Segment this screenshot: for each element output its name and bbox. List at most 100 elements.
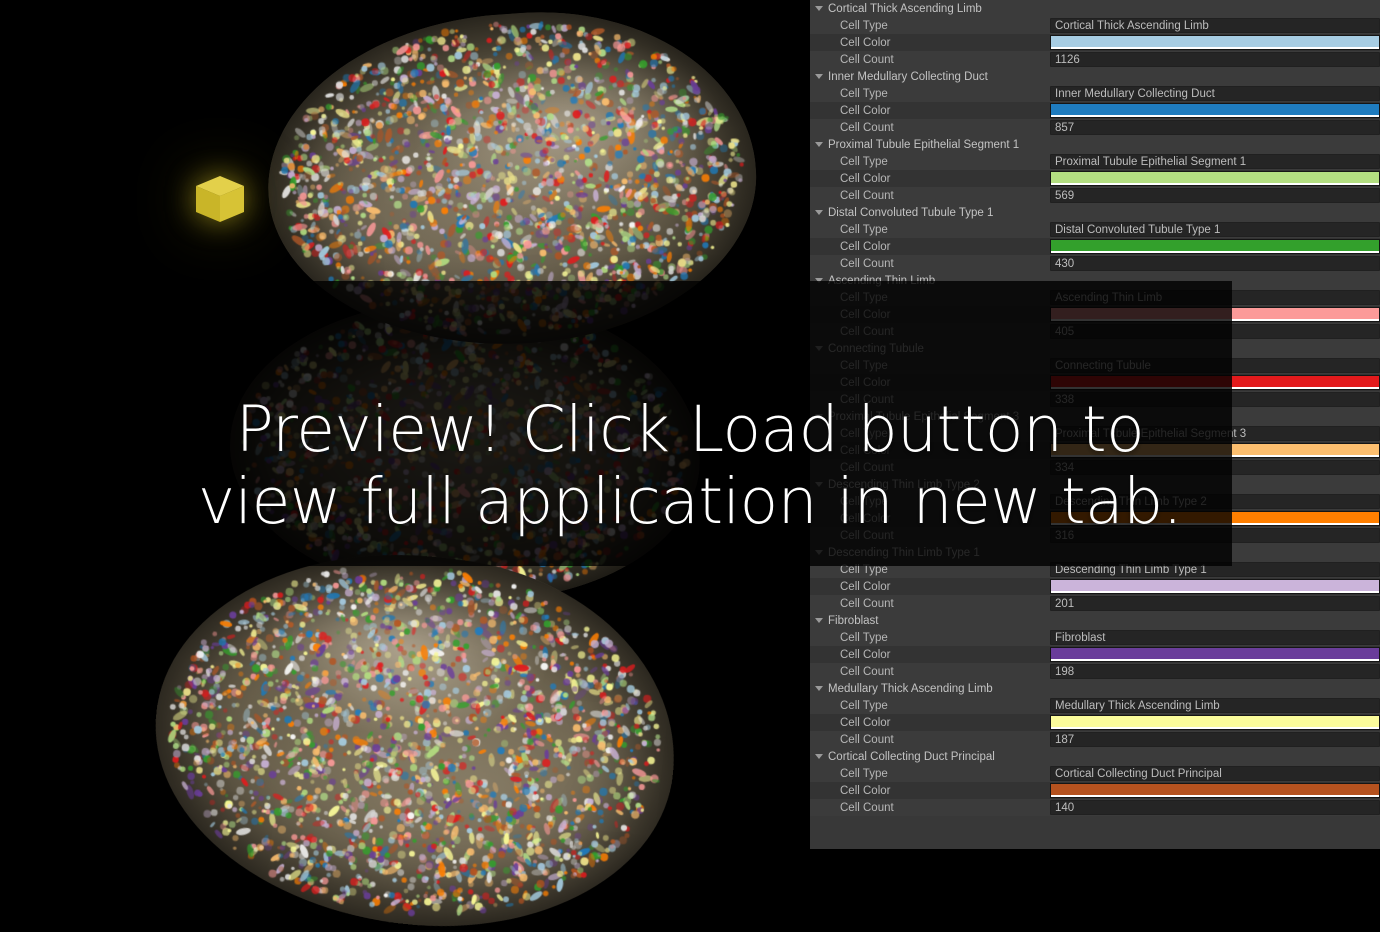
cell-color-swatch[interactable] xyxy=(1050,443,1380,458)
cell-type-value[interactable]: Proximal Tubule Epithelial Segment 1 xyxy=(1050,154,1380,169)
cell-count-value[interactable]: 316 xyxy=(1050,528,1380,543)
cell-type-row[interactable]: Cell Type Inner Medullary Collecting Duct xyxy=(810,85,1380,102)
cell-color-row[interactable]: Cell Color xyxy=(810,578,1380,595)
chevron-down-icon[interactable] xyxy=(815,142,823,147)
cell-type-value[interactable]: Descending Thin Limb Type 2 xyxy=(1050,494,1380,509)
cell-color-swatch[interactable] xyxy=(1050,715,1380,730)
cell-color-swatch[interactable] xyxy=(1050,239,1380,254)
cell-type-group-header[interactable]: Fibroblast xyxy=(810,612,1380,629)
cell-color-fill xyxy=(1051,172,1379,183)
cell-type-row[interactable]: Cell Type Descending Thin Limb Type 2 xyxy=(810,493,1380,510)
cell-count-value[interactable]: 334 xyxy=(1050,460,1380,475)
cell-count-row[interactable]: Cell Count 405 xyxy=(810,323,1380,340)
chevron-down-icon[interactable] xyxy=(815,618,823,623)
cell-type-group-header[interactable]: Medullary Thick Ascending Limb xyxy=(810,680,1380,697)
cell-type-group-header[interactable]: Descending Thin Limb Type 1 xyxy=(810,544,1380,561)
cell-type-row[interactable]: Cell Type Cortical Collecting Duct Princi… xyxy=(810,765,1380,782)
chevron-down-icon[interactable] xyxy=(815,414,823,419)
cell-type-row[interactable]: Cell Type Proximal Tubule Epithelial Segm… xyxy=(810,153,1380,170)
cell-color-swatch[interactable] xyxy=(1050,171,1380,186)
cell-count-row[interactable]: Cell Count 187 xyxy=(810,731,1380,748)
cell-type-value[interactable]: Fibroblast xyxy=(1050,630,1380,645)
cell-count-value[interactable]: 338 xyxy=(1050,392,1380,407)
chevron-down-icon[interactable] xyxy=(815,754,823,759)
cell-type-value[interactable]: Ascending Thin Limb xyxy=(1050,290,1380,305)
cell-type-value[interactable]: Cortical Thick Ascending Limb xyxy=(1050,18,1380,33)
cell-color-swatch[interactable] xyxy=(1050,511,1380,526)
chevron-down-icon[interactable] xyxy=(815,74,823,79)
cell-type-group-header[interactable]: Connecting Tubule xyxy=(810,340,1380,357)
cell-type-group-header[interactable]: Cortical Collecting Duct Principal xyxy=(810,748,1380,765)
cell-count-row[interactable]: Cell Count 140 xyxy=(810,799,1380,816)
chevron-down-icon[interactable] xyxy=(815,278,823,283)
cell-type-value[interactable]: Cortical Collecting Duct Principal xyxy=(1050,766,1380,781)
chevron-down-icon[interactable] xyxy=(815,6,823,11)
cell-type-group-header[interactable]: Descending Thin Limb Type 2 xyxy=(810,476,1380,493)
cell-type-row[interactable]: Cell Type Proximal Tubule Epithelial Segm… xyxy=(810,425,1380,442)
chevron-down-icon[interactable] xyxy=(815,482,823,487)
cell-color-swatch[interactable] xyxy=(1050,103,1380,118)
cell-count-row[interactable]: Cell Count 338 xyxy=(810,391,1380,408)
cell-count-value[interactable]: 857 xyxy=(1050,120,1380,135)
cell-color-row[interactable]: Cell Color xyxy=(810,646,1380,663)
cell-type-value[interactable]: Distal Convoluted Tubule Type 1 xyxy=(1050,222,1380,237)
cell-color-row[interactable]: Cell Color xyxy=(810,34,1380,51)
cell-count-value[interactable]: 430 xyxy=(1050,256,1380,271)
cell-count-row[interactable]: Cell Count 316 xyxy=(810,527,1380,544)
cell-count-row[interactable]: Cell Count 1126 xyxy=(810,51,1380,68)
cell-type-value[interactable]: Medullary Thick Ascending Limb xyxy=(1050,698,1380,713)
cell-type-group-header[interactable]: Inner Medullary Collecting Duct xyxy=(810,68,1380,85)
cell-count-value[interactable]: 569 xyxy=(1050,188,1380,203)
cell-count-row[interactable]: Cell Count 198 xyxy=(810,663,1380,680)
cell-color-row[interactable]: Cell Color xyxy=(810,714,1380,731)
cell-type-group-header[interactable]: Proximal Tubule Epithelial Segment 1 xyxy=(810,136,1380,153)
cell-count-row[interactable]: Cell Count 857 xyxy=(810,119,1380,136)
cell-color-swatch[interactable] xyxy=(1050,35,1380,50)
cell-count-value[interactable]: 1126 xyxy=(1050,52,1380,67)
cell-color-swatch[interactable] xyxy=(1050,783,1380,798)
chevron-down-icon[interactable] xyxy=(815,210,823,215)
cell-color-row[interactable]: Cell Color xyxy=(810,170,1380,187)
cell-count-value[interactable]: 198 xyxy=(1050,664,1380,679)
cell-color-swatch[interactable] xyxy=(1050,579,1380,594)
cell-type-group-header[interactable]: Distal Convoluted Tubule Type 1 xyxy=(810,204,1380,221)
chevron-down-icon[interactable] xyxy=(815,686,823,691)
cell-type-row[interactable]: Cell Type Fibroblast xyxy=(810,629,1380,646)
cell-type-row[interactable]: Cell Type Connecting Tubule xyxy=(810,357,1380,374)
cell-count-row[interactable]: Cell Count 334 xyxy=(810,459,1380,476)
cell-count-row[interactable]: Cell Count 430 xyxy=(810,255,1380,272)
cell-count-row[interactable]: Cell Count 569 xyxy=(810,187,1380,204)
cell-type-group-header[interactable]: Proximal Tubule Epithelial Segment 3 xyxy=(810,408,1380,425)
cell-color-row[interactable]: Cell Color xyxy=(810,238,1380,255)
cell-type-group-header[interactable]: Ascending Thin Limb xyxy=(810,272,1380,289)
cell-type-group-header[interactable]: Cortical Thick Ascending Limb xyxy=(810,0,1380,17)
cell-color-row[interactable]: Cell Color xyxy=(810,102,1380,119)
cell-color-swatch[interactable] xyxy=(1050,375,1380,390)
cell-count-row[interactable]: Cell Count 201 xyxy=(810,595,1380,612)
cell-count-value[interactable]: 201 xyxy=(1050,596,1380,611)
cell-color-swatch[interactable] xyxy=(1050,647,1380,662)
cell-type-value[interactable]: Proximal Tubule Epithelial Segment 3 xyxy=(1050,426,1380,441)
cell-color-swatch[interactable] xyxy=(1050,307,1380,322)
cell-count-value[interactable]: 405 xyxy=(1050,324,1380,339)
cell-color-row[interactable]: Cell Color xyxy=(810,510,1380,527)
cell-color-row[interactable]: Cell Color xyxy=(810,782,1380,799)
cell-count-value[interactable]: 140 xyxy=(1050,800,1380,815)
cell-type-row[interactable]: Cell Type Descending Thin Limb Type 1 xyxy=(810,561,1380,578)
cell-type-inspector-panel[interactable]: Cortical Thick Ascending Limb Cell Type Co… xyxy=(810,0,1380,849)
cell-type-row[interactable]: Cell Type Cortical Thick Ascending Limb xyxy=(810,17,1380,34)
cell-color-label: Cell Color xyxy=(840,36,891,49)
cell-type-value[interactable]: Inner Medullary Collecting Duct xyxy=(1050,86,1380,101)
selection-cube-icon[interactable] xyxy=(192,170,248,226)
cell-type-row[interactable]: Cell Type Ascending Thin Limb xyxy=(810,289,1380,306)
cell-type-value[interactable]: Descending Thin Limb Type 1 xyxy=(1050,562,1380,577)
cell-type-value[interactable]: Connecting Tubule xyxy=(1050,358,1380,373)
cell-type-row[interactable]: Cell Type Distal Convoluted Tubule Type 1 xyxy=(810,221,1380,238)
cell-type-row[interactable]: Cell Type Medullary Thick Ascending Limb xyxy=(810,697,1380,714)
cell-color-row[interactable]: Cell Color xyxy=(810,442,1380,459)
chevron-down-icon[interactable] xyxy=(815,346,823,351)
chevron-down-icon[interactable] xyxy=(815,550,823,555)
cell-color-row[interactable]: Cell Color xyxy=(810,306,1380,323)
cell-count-value[interactable]: 187 xyxy=(1050,732,1380,747)
cell-color-row[interactable]: Cell Color xyxy=(810,374,1380,391)
